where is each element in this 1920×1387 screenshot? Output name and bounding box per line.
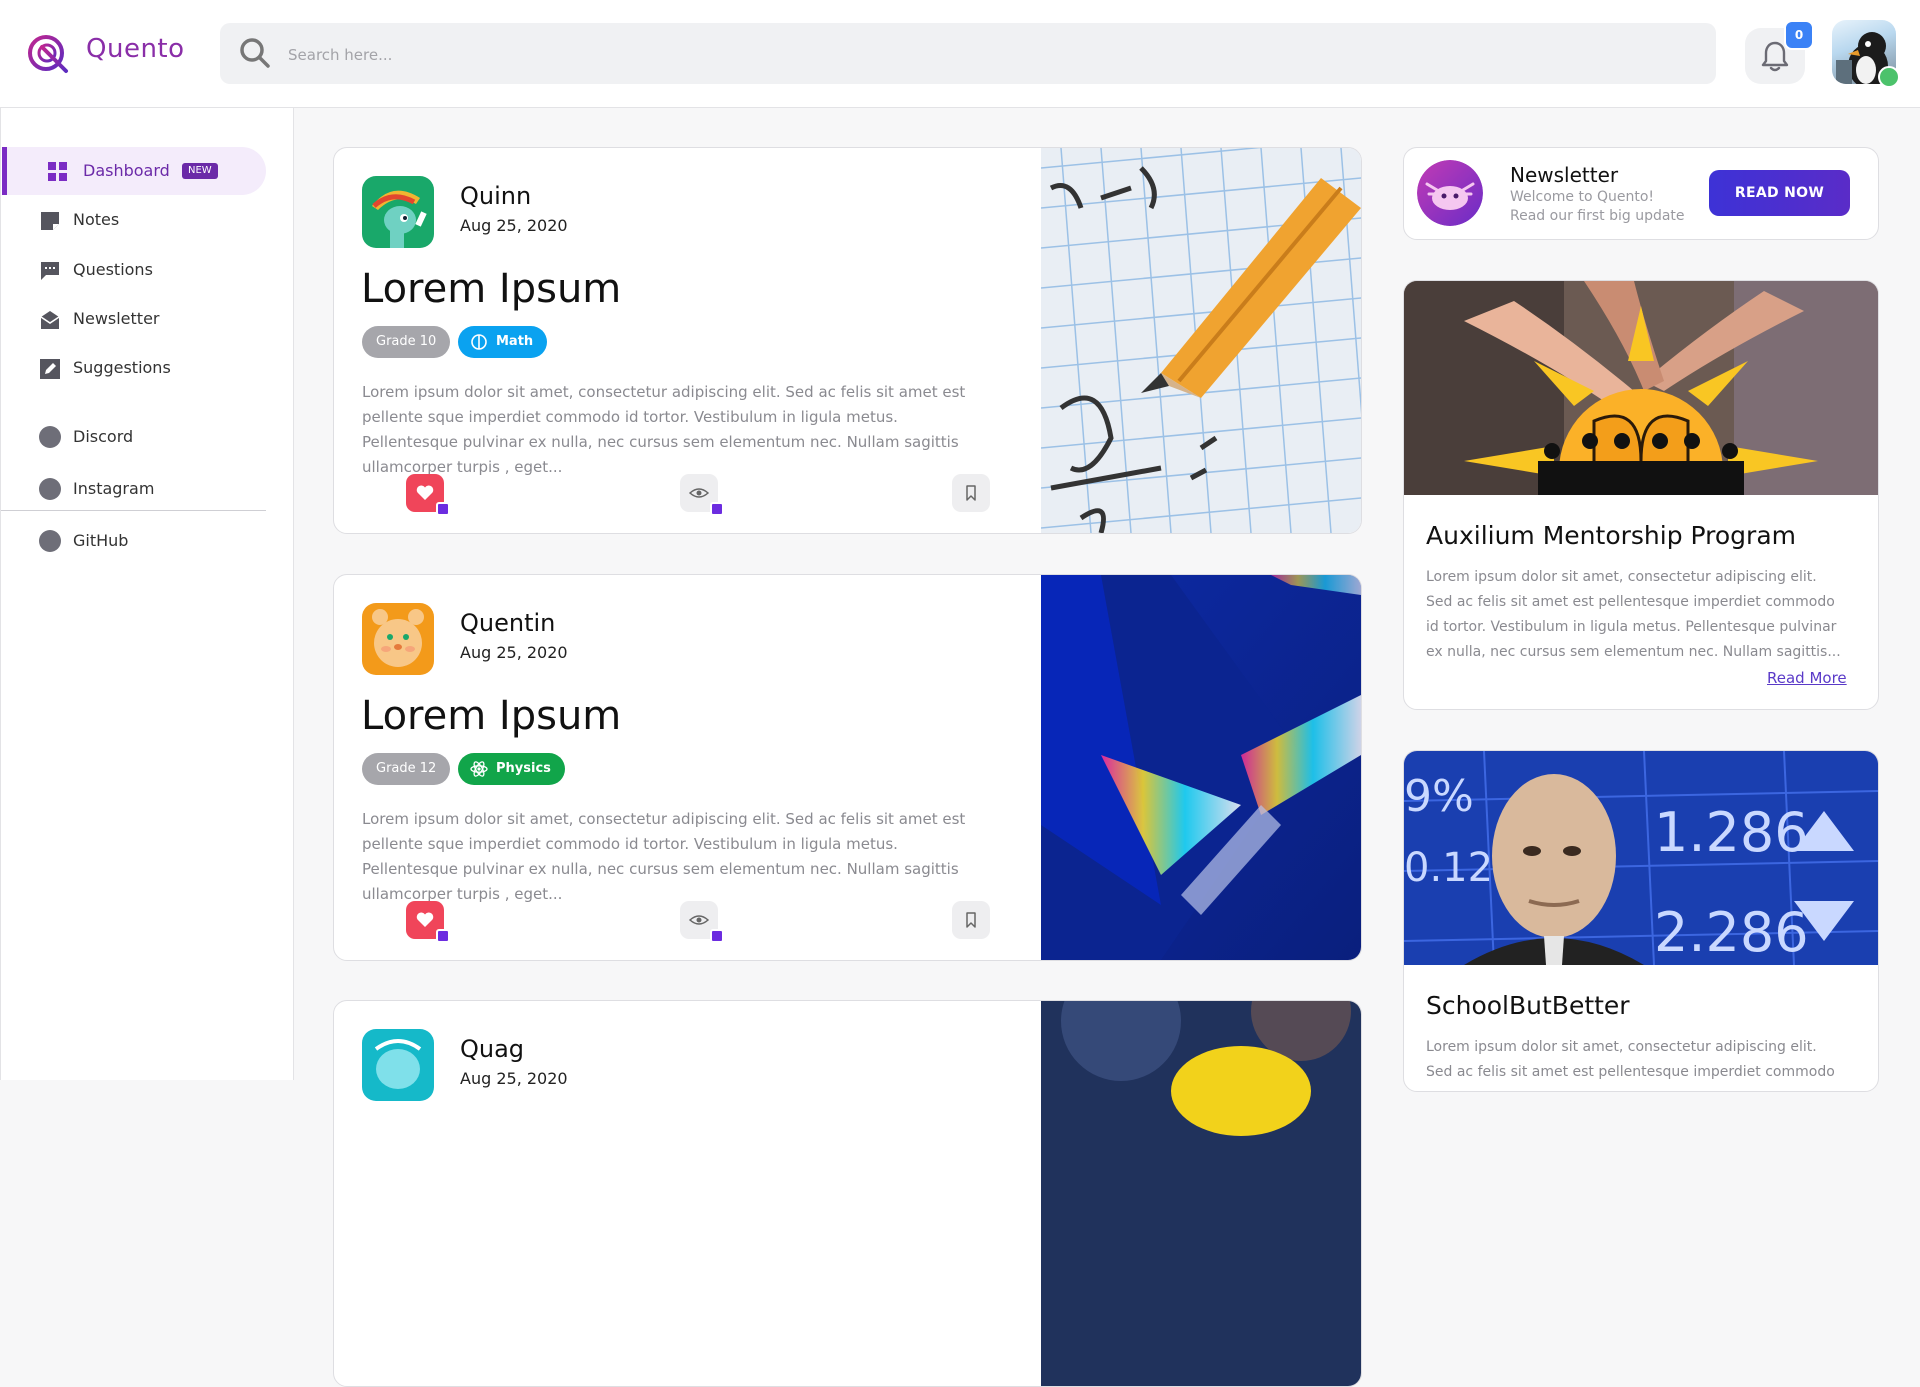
post-card[interactable]: Quentin Aug 25, 2020 Lorem Ipsum Grade 1… (333, 574, 1362, 961)
search-icon (240, 38, 270, 68)
post-date: Aug 25, 2020 (460, 643, 568, 662)
post-image-math[interactable] (1041, 148, 1361, 533)
promo-image[interactable] (1404, 281, 1878, 495)
sidebar-item-dashboard[interactable]: Dashboard NEW (2, 147, 266, 195)
post-author[interactable]: Quag (460, 1035, 524, 1063)
promo-card[interactable]: 9% 0.12% 1.286 2.286 SchoolButBetter Lor… (1403, 750, 1879, 1092)
sidebar-item-label: Newsletter (73, 309, 160, 328)
post-image[interactable] (1041, 1001, 1361, 1386)
sidebar-divider (1, 510, 266, 511)
new-badge: NEW (182, 163, 218, 179)
dino-avatar-image (362, 176, 434, 248)
promo-card[interactable]: Auxilium Mentorship Program Lorem ipsum … (1403, 280, 1879, 710)
read-now-button[interactable]: READ NOW (1709, 170, 1850, 216)
post-date: Aug 25, 2020 (460, 216, 568, 235)
stocks-meme-image: 9% 0.12% 1.286 2.286 (1404, 751, 1878, 965)
post-title[interactable]: Lorem Ipsum (361, 693, 621, 739)
bookmark-icon (966, 912, 976, 928)
post-title[interactable]: Lorem Ipsum (361, 266, 621, 312)
mail-icon (40, 311, 60, 329)
post-excerpt: Lorem ipsum dolor sit amet, consectetur … (362, 383, 966, 476)
sidebar-item-label: Dashboard (83, 161, 170, 180)
prism-light-image (1041, 575, 1361, 960)
subject-badge-physics[interactable]: Physics (458, 753, 565, 785)
dragon-avatar-image (362, 1029, 434, 1101)
dashboard-grid-icon (48, 162, 67, 181)
bookmark-button[interactable] (952, 474, 990, 512)
sidebar-item-label: Discord (73, 427, 134, 446)
heart-icon (416, 485, 434, 500)
like-indicator-dot (436, 929, 450, 943)
edit-icon (40, 359, 60, 379)
subject-label: Math (496, 334, 534, 349)
stock-value-text: 2.286 (1654, 901, 1809, 964)
sidebar-item-questions[interactable]: Questions (2, 246, 266, 294)
promo-body: Lorem ipsum dolor sit amet, consectetur … (1426, 1039, 1835, 1080)
newsletter-subtitle: Welcome to Quento! Read our first big up… (1510, 188, 1685, 226)
views-indicator-dot (710, 502, 724, 516)
newsletter-card: Newsletter Welcome to Quento! Read our f… (1403, 147, 1879, 240)
post-author[interactable]: Quentin (460, 609, 555, 637)
chat-bubble-icon (41, 262, 59, 280)
team-hands-image (1404, 281, 1878, 495)
online-status-dot (1878, 66, 1900, 88)
search-bar[interactable] (220, 23, 1716, 86)
subject-badge-math[interactable]: Math (458, 326, 548, 358)
newsletter-logo (1417, 160, 1483, 226)
stock-value-text: 1.286 (1654, 801, 1809, 864)
bookmark-icon (966, 485, 976, 501)
notification-count-badge: 0 (1784, 20, 1814, 50)
promo-title[interactable]: SchoolButBetter (1426, 991, 1630, 1020)
promo-image[interactable]: 9% 0.12% 1.286 2.286 (1404, 751, 1878, 965)
sidebar-item-newsletter[interactable]: Newsletter (2, 295, 266, 343)
graph-paper-pencil-image (1041, 148, 1361, 533)
note-icon (41, 212, 59, 230)
post-card[interactable]: Quag Aug 25, 2020 (333, 1000, 1362, 1387)
post-image-physics[interactable] (1041, 575, 1361, 960)
post-excerpt: Lorem ipsum dolor sit amet, consectetur … (362, 810, 966, 903)
sidebar-item-notes[interactable]: Notes (2, 196, 266, 244)
read-more-link[interactable]: Read More (1767, 669, 1847, 687)
atom-icon (470, 761, 488, 777)
post-card[interactable]: Quinn Aug 25, 2020 Lorem Ipsum Grade 10 … (333, 147, 1362, 534)
sidebar: Dashboard NEW Notes Questions Newsletter… (0, 108, 294, 1080)
discord-icon (39, 426, 61, 448)
sidebar-item-suggestions[interactable]: Suggestions (2, 344, 266, 392)
newsletter-line: Read our first big update (1510, 208, 1685, 224)
github-icon (39, 530, 61, 552)
promo-body: Lorem ipsum dolor sit amet, consectetur … (1426, 569, 1841, 660)
math-icon (471, 334, 487, 350)
like-indicator-dot (436, 502, 450, 516)
brand-name[interactable]: Quento (86, 34, 185, 64)
blurred-photo-image (1041, 1001, 1361, 1386)
post-author[interactable]: Quinn (460, 182, 531, 210)
axolotl-logo-icon (1417, 160, 1483, 226)
grade-badge[interactable]: Grade 10 (362, 326, 451, 358)
hamster-avatar-image (362, 603, 434, 675)
author-avatar[interactable] (362, 603, 434, 675)
post-date: Aug 25, 2020 (460, 1069, 568, 1088)
instagram-icon (39, 478, 61, 500)
stock-value-text: 9% (1404, 771, 1474, 822)
subject-label: Physics (496, 761, 551, 776)
newsletter-title: Newsletter (1510, 163, 1619, 187)
sidebar-item-label: Suggestions (73, 358, 171, 377)
sidebar-item-label: Instagram (73, 479, 155, 498)
sidebar-item-label: Questions (73, 260, 153, 279)
top-header: Quento 0 (0, 0, 1920, 108)
eye-icon (689, 488, 709, 498)
search-input[interactable] (286, 23, 1690, 86)
sidebar-item-label: Notes (73, 210, 120, 229)
author-avatar[interactable] (362, 1029, 434, 1101)
heart-icon (416, 912, 434, 927)
quento-logo-icon[interactable] (26, 31, 72, 77)
eye-icon (689, 915, 709, 925)
bookmark-button[interactable] (952, 901, 990, 939)
promo-title[interactable]: Auxilium Mentorship Program (1426, 521, 1796, 550)
author-avatar[interactable] (362, 176, 434, 248)
sidebar-item-label: GitHub (73, 531, 129, 550)
grade-badge[interactable]: Grade 12 (362, 753, 451, 785)
newsletter-line: Welcome to Quento! (1510, 189, 1655, 205)
views-indicator-dot (710, 929, 724, 943)
